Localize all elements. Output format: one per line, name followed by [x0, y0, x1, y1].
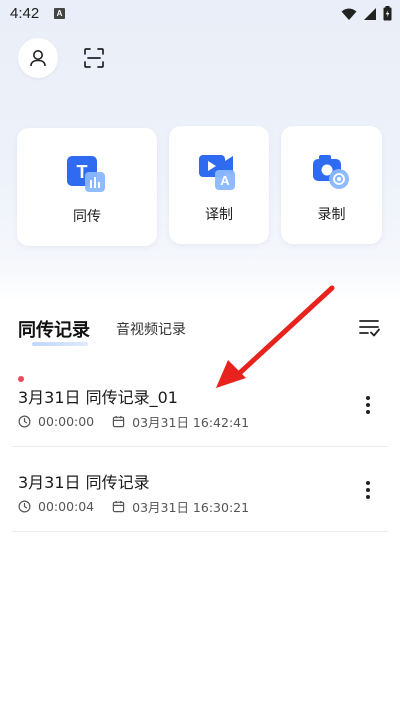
record-duration: 00:00:00 [38, 414, 95, 429]
filter-list-icon [359, 320, 380, 337]
card-label: 译制 [205, 207, 233, 223]
video-translation-icon: A [199, 155, 235, 190]
record-datetime: 03月31日 16:42:41 [132, 415, 250, 430]
profile-button[interactable] [18, 38, 58, 78]
record-duration: 00:00:04 [38, 499, 95, 514]
tab-underline [32, 342, 88, 346]
more-dot [366, 481, 370, 485]
card-label: 同传 [73, 209, 101, 225]
calendar-icon [112, 500, 125, 513]
unread-dot [18, 376, 24, 382]
record-title: 3月31日 同传记录 [18, 473, 150, 492]
more-dot [366, 495, 370, 499]
more-dot [366, 488, 370, 492]
calendar-icon [112, 415, 125, 428]
person-icon [30, 50, 46, 67]
list-item[interactable]: 3月31日 同传记录 00:00:04 03月31日 16:30:21 [12, 447, 388, 532]
wifi-icon [341, 8, 357, 20]
status-bar: 4:42 A [0, 0, 400, 28]
recording-camera-icon [312, 155, 349, 189]
record-title: 3月31日 同传记录_01 [18, 388, 178, 407]
clock-icon [18, 500, 31, 513]
more-dot [366, 403, 370, 407]
more-options-button[interactable] [356, 477, 380, 503]
card-label: 录制 [317, 207, 346, 223]
scan-icon [84, 48, 104, 68]
simultaneous-interpretation-icon: T [67, 156, 105, 192]
list-item[interactable]: 3月31日 同传记录_01 00:00:00 03月31日 16:42:41 [12, 362, 388, 447]
clock-icon [18, 415, 31, 428]
scan-button[interactable] [74, 38, 114, 78]
tab-interpretation-records[interactable]: 同传记录 [18, 316, 90, 342]
tab-av-records[interactable]: 音视频记录 [116, 319, 186, 339]
more-dot [366, 410, 370, 414]
notification-a-icon: A [54, 8, 65, 19]
record-datetime: 03月31日 16:30:21 [132, 500, 250, 515]
video-translation-card[interactable]: A 译制 [169, 126, 269, 244]
svg-text:A: A [220, 173, 230, 188]
filter-sort-button[interactable] [356, 315, 382, 341]
battery-icon [383, 6, 392, 21]
more-options-button[interactable] [356, 392, 380, 418]
recording-card[interactable]: 录制 [281, 126, 382, 244]
record-list: 3月31日 同传记录_01 00:00:00 03月31日 16:42:41 3… [12, 362, 388, 532]
simultaneous-interpretation-card[interactable]: T 同传 [17, 128, 157, 246]
signal-icon [364, 7, 376, 20]
more-dot [366, 396, 370, 400]
status-time: 4:42 [10, 5, 40, 22]
